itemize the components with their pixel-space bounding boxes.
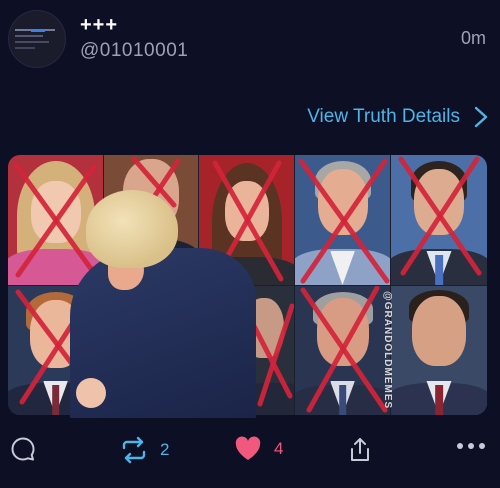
portrait-tile (391, 155, 487, 285)
user-handle[interactable]: @01010001 (80, 40, 188, 62)
image-watermark: @GRANDOLDMEMES (382, 290, 393, 410)
heart-icon (235, 436, 261, 460)
foreground-figure-hair (86, 190, 178, 268)
view-truth-details-link[interactable]: View Truth Details (307, 104, 488, 130)
share-button[interactable] (348, 436, 372, 464)
post-action-bar: 2 4 (0, 432, 500, 472)
truth-post: +++ @01010001 0m View Truth Details @GRA… (0, 0, 500, 488)
like-button[interactable]: 4 (234, 436, 283, 462)
display-name[interactable]: +++ (80, 14, 118, 37)
retruth-button[interactable]: 2 (120, 436, 169, 464)
ellipsis-icon (457, 443, 485, 449)
like-count: 4 (274, 439, 284, 458)
retruth-count: 2 (160, 440, 170, 459)
share-upload-icon (351, 438, 369, 461)
view-truth-details-label: View Truth Details (307, 106, 460, 127)
portrait-tile (391, 286, 487, 415)
post-timestamp: 0m (460, 28, 486, 48)
portrait-tile (295, 155, 390, 285)
chevron-right-icon (474, 106, 488, 128)
retruth-arrows-icon (122, 436, 146, 464)
more-options-button[interactable] (456, 442, 486, 450)
portrait-tile (295, 286, 390, 415)
foreground-figure-hand (76, 378, 106, 408)
avatar[interactable] (8, 10, 66, 68)
speech-bubble-icon (11, 437, 35, 461)
reply-button[interactable] (10, 436, 48, 462)
